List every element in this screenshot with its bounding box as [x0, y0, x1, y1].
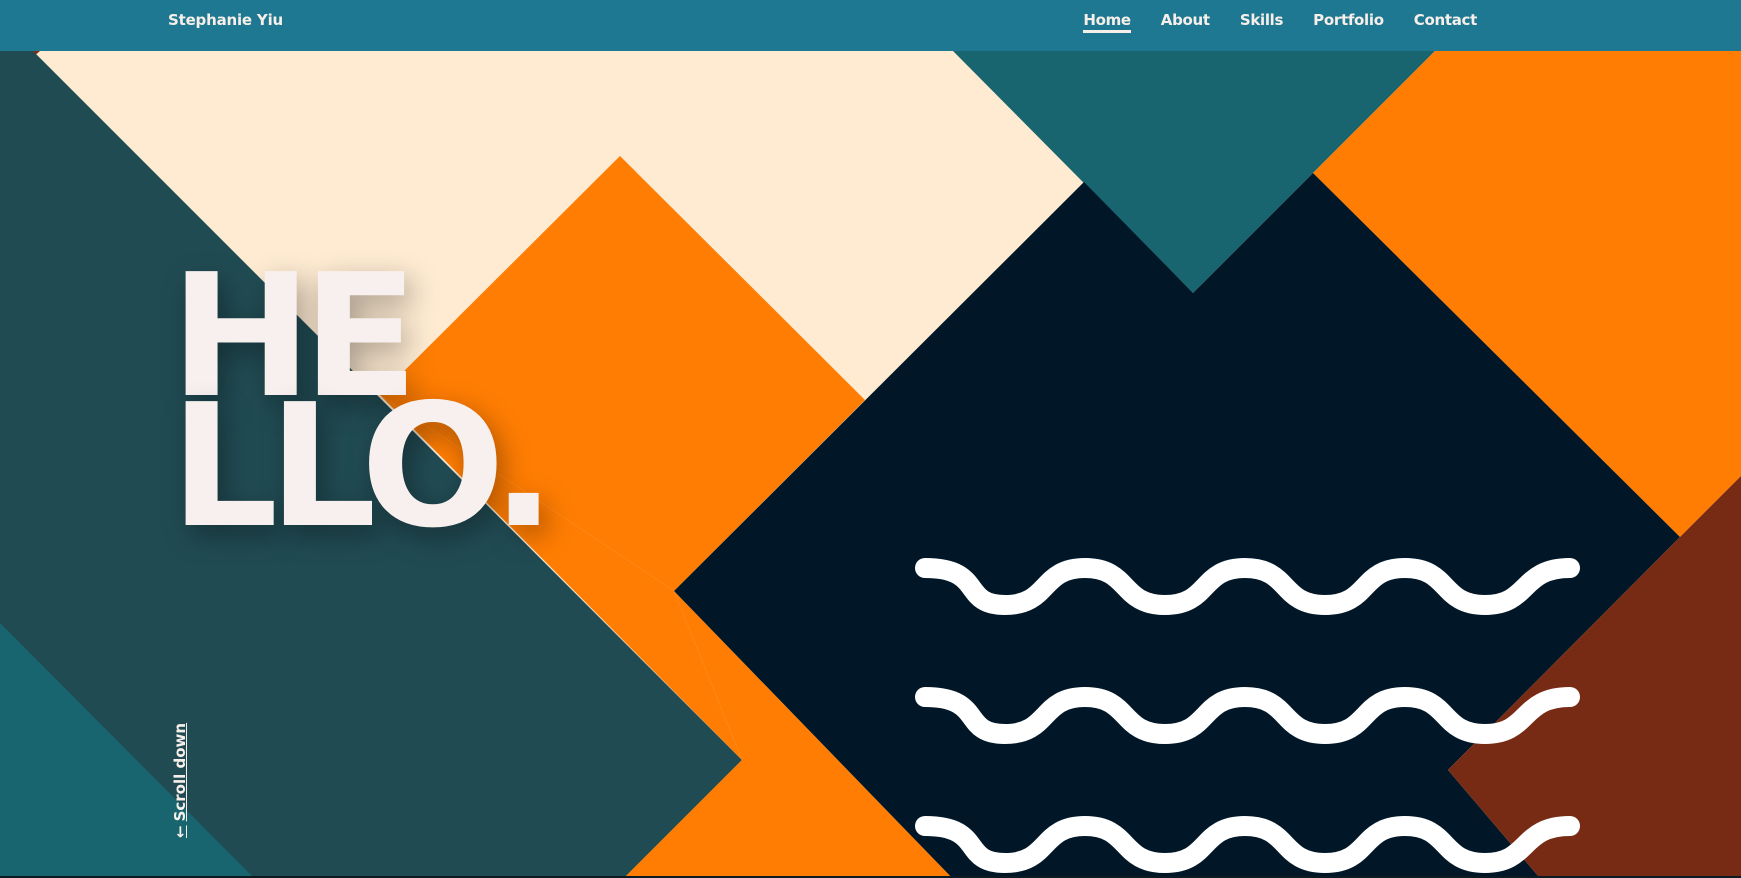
nav-link-contact[interactable]: Contact — [1414, 11, 1478, 39]
brand-logo-link[interactable]: Stephanie Yiu — [168, 11, 283, 29]
arrow-down-icon: ← — [171, 825, 189, 838]
hero-headline: HE LLO. — [170, 252, 556, 566]
nav-link-home[interactable]: Home — [1083, 11, 1132, 39]
nav-link-portfolio[interactable]: Portfolio — [1313, 11, 1384, 39]
scroll-down-label: Scroll down — [171, 722, 189, 822]
nav-link-about[interactable]: About — [1161, 11, 1210, 39]
hero-headline-line-2: LLO. — [170, 368, 556, 566]
page: Stephanie Yiu Home About Skills Portfoli… — [0, 0, 1741, 878]
scroll-down-link[interactable]: ← Scroll down — [171, 723, 189, 838]
nav-links: Home About Skills Portfolio Contact — [1083, 11, 1477, 39]
top-navbar: Stephanie Yiu Home About Skills Portfoli… — [0, 0, 1741, 51]
nav-link-skills[interactable]: Skills — [1240, 11, 1284, 39]
